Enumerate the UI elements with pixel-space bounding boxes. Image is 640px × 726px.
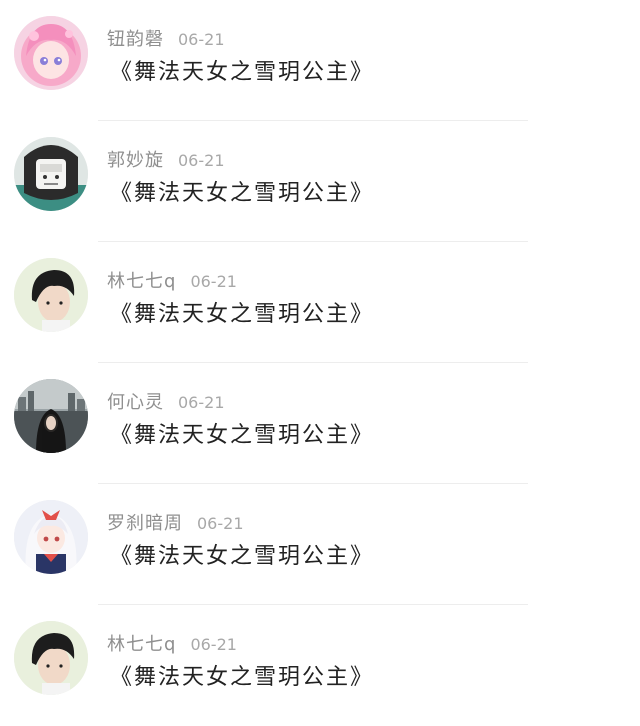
white-hair-anime-girl-avatar-icon[interactable] (14, 500, 88, 574)
comment-text: 《舞法天女之雪玥公主》 (110, 60, 375, 85)
comment-item[interactable]: 钮韵磬 06-21 《舞法天女之雪玥公主》 (0, 0, 640, 121)
pink-anime-girl-avatar-icon[interactable] (14, 16, 88, 90)
username[interactable]: 郭妙旋 (107, 150, 164, 171)
comment-item[interactable]: 罗刹暗周 06-21 《舞法天女之雪玥公主》 (0, 484, 640, 605)
girl-cityscape-avatar-icon[interactable] (14, 379, 88, 453)
comment-text: 《舞法天女之雪玥公主》 (110, 302, 375, 327)
boy-portrait-avatar-icon[interactable] (14, 258, 88, 332)
username[interactable]: 林七七q (107, 271, 176, 292)
comment-item[interactable]: 何心灵 06-21 《舞法天女之雪玥公主》 (0, 363, 640, 484)
comment-date: 06-21 (178, 393, 225, 412)
comment-meta: 林七七q 06-21 (107, 630, 237, 656)
comment-text: 《舞法天女之雪玥公主》 (110, 544, 375, 569)
comment-date: 06-21 (190, 635, 237, 654)
comment-text: 《舞法天女之雪玥公主》 (110, 665, 375, 690)
comment-meta: 罗刹暗周 06-21 (107, 509, 244, 535)
comment-meta: 郭妙旋 06-21 (107, 146, 225, 172)
comment-item[interactable]: 林七七q 06-21 《舞法天女之雪玥公主》 (0, 242, 640, 363)
username[interactable]: 何心灵 (107, 392, 164, 413)
comment-date: 06-21 (190, 272, 237, 291)
comment-date: 06-21 (197, 514, 244, 533)
comment-text: 《舞法天女之雪玥公主》 (110, 181, 375, 206)
comment-date: 06-21 (178, 30, 225, 49)
username[interactable]: 钮韵磬 (107, 29, 164, 50)
comment-meta: 何心灵 06-21 (107, 388, 225, 414)
comment-date: 06-21 (178, 151, 225, 170)
masked-character-avatar-icon[interactable] (14, 137, 88, 211)
comment-text: 《舞法天女之雪玥公主》 (110, 423, 375, 448)
boy-portrait-avatar-icon[interactable] (14, 621, 88, 695)
comment-meta: 林七七q 06-21 (107, 267, 237, 293)
comment-meta: 钮韵磬 06-21 (107, 25, 225, 51)
username[interactable]: 罗刹暗周 (107, 513, 183, 534)
comment-item[interactable]: 郭妙旋 06-21 《舞法天女之雪玥公主》 (0, 121, 640, 242)
username[interactable]: 林七七q (107, 634, 176, 655)
comment-item[interactable]: 林七七q 06-21 《舞法天女之雪玥公主》 (0, 605, 640, 726)
